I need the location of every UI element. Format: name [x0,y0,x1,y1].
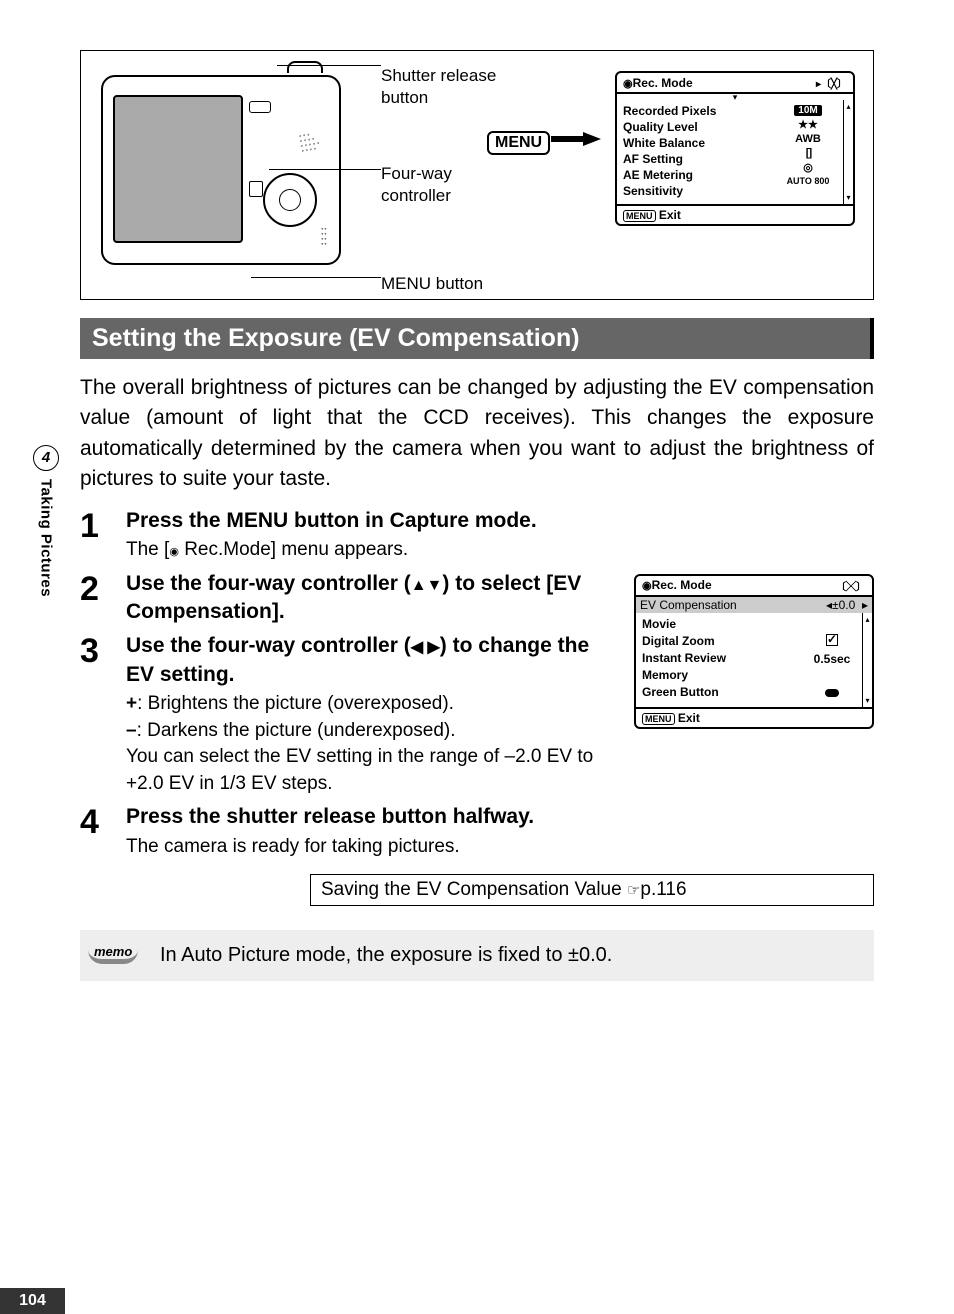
menu-button-label: MENU button [381,273,483,295]
pointer-icon: ☞ [627,882,640,899]
ev-compensation-row: EV Compensation ◂±0.0 ▸ [636,597,872,613]
up-down-icon: ▲▼ [411,577,443,594]
section-heading: Setting the Exposure (EV Compensation) [80,318,874,359]
step-3: 3 Use the four-way controller (◀ ▶) to c… [80,632,618,797]
lcd-ev-comp-menu: ◉Rec. Mode 〔╳〕 EV Compensation ◂±0.0 ▸ M… [634,574,874,729]
camera-illustration: ∘∘∘∘∘∘∘∘∘∘∘∘∘∘∘∘ ∘∘∘∘∘∘∘∘ [101,65,361,275]
cross-reference-box: Saving the EV Compensation Value ☞p.116 [310,874,874,906]
memo-note: memo In Auto Picture mode, the exposure … [80,930,874,981]
steps-list: 1 Press the MENU button in Capture mode.… [80,507,874,861]
fourway-label: Four-waycontroller [381,163,452,207]
checkbox-icon [826,634,838,646]
step-4: 4 Press the shutter release button halfw… [80,803,874,860]
camera-diagram-box: ∘∘∘∘∘∘∘∘∘∘∘∘∘∘∘∘ ∘∘∘∘∘∘∘∘ Shutter releas… [80,50,874,300]
menu-chip-icon: MENU [487,131,550,155]
shutter-label: Shutter releasebutton [381,65,496,109]
lcd-rec-mode-menu: ◉Rec. Mode ▸〔╳〕 ▾ Recorded Pixels Qualit… [615,71,855,226]
step-1: 1 Press the MENU button in Capture mode.… [80,507,874,564]
page-number: 104 [0,1288,65,1314]
memo-icon: memo [88,942,138,964]
intro-paragraph: The overall brightness of pictures can b… [80,373,874,495]
camera-icon: ◉ [169,546,179,558]
green-button-icon [825,689,839,697]
step-2: 2 Use the four-way controller (▲▼) to se… [80,570,618,627]
left-right-icon: ◀ ▶ [411,639,440,656]
